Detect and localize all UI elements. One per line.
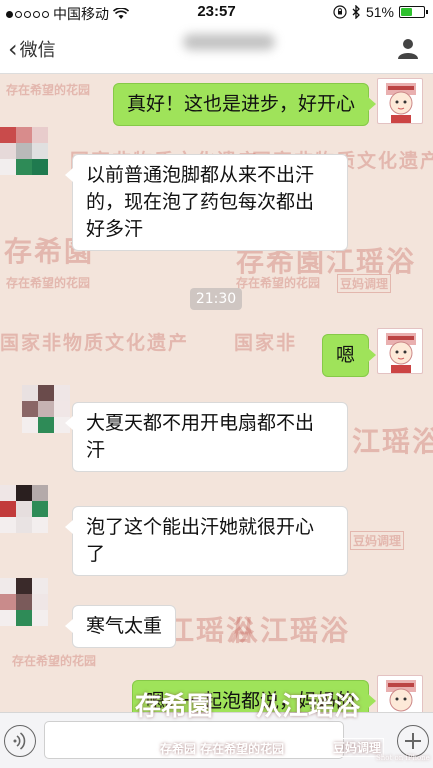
watermark-brand-box: 豆妈调理 xyxy=(337,274,392,293)
message-bubble-contact[interactable]: 寒气太重 xyxy=(64,605,177,648)
avatar-pixel xyxy=(0,610,16,626)
avatar-pixel xyxy=(22,401,38,417)
chat-title-redacted xyxy=(183,34,275,50)
watermark-slogan-4: 存在希望的花园 xyxy=(12,654,97,668)
avatar-pixel xyxy=(32,594,48,610)
avatar-pixel xyxy=(22,385,38,401)
chat-area[interactable]: 存在希望的花园 国家非物质文化遗产 国家非物质文化遗产 存希園 存希園 江瑶浴 … xyxy=(0,75,433,712)
contact-avatar[interactable] xyxy=(0,485,48,533)
cartoon-avatar-icon xyxy=(386,333,416,373)
message-bubble-contact[interactable]: 大夏天都不用开电扇都不出 汗 xyxy=(65,402,348,472)
chevron-left-icon: ‹ xyxy=(8,35,18,63)
avatar-pixel xyxy=(54,385,70,401)
watermark-heritage-4: 国家非 xyxy=(234,332,298,354)
avatar-pixel xyxy=(16,501,32,517)
cartoon-avatar-icon xyxy=(386,680,416,712)
back-button[interactable]: ‹ 微信 xyxy=(8,36,56,62)
person-icon[interactable] xyxy=(397,37,419,59)
avatar-pixel xyxy=(32,517,48,533)
contact-avatar[interactable] xyxy=(0,578,48,626)
status-right: 51% xyxy=(333,4,428,20)
cartoon-avatar-icon xyxy=(386,83,416,123)
avatar-pixel xyxy=(22,417,38,433)
avatar-pixel xyxy=(32,501,48,517)
avatar-pixel xyxy=(32,127,48,143)
watermark-brand-box-2: 豆妈调理 xyxy=(350,531,405,550)
avatar-pixel xyxy=(16,517,32,533)
avatar-pixel xyxy=(16,578,32,594)
contact-avatar[interactable] xyxy=(0,127,48,175)
battery-icon xyxy=(399,6,428,18)
message-line: 以前普通泡脚都从来不出汗 xyxy=(86,164,315,186)
message-line: 了 xyxy=(86,543,106,565)
message-line: 好多汗 xyxy=(86,218,144,240)
rotation-lock-icon xyxy=(333,5,347,19)
avatar-pixel xyxy=(0,594,16,610)
message-line: 汗 xyxy=(86,439,106,461)
avatar-pixel xyxy=(32,143,48,159)
avatar-pixel xyxy=(0,578,16,594)
message-line: 的，现在泡了药包每次都出 xyxy=(86,191,315,213)
watermark-yao-bath-3: 江瑶浴 xyxy=(166,614,257,647)
watermark-slogan-2: 存在希望的花园 xyxy=(6,276,91,290)
my-avatar[interactable] xyxy=(377,328,423,374)
avatar-pixel xyxy=(54,401,70,417)
my-avatar[interactable] xyxy=(377,78,423,124)
chat-nav-bar: ‹ 微信 xyxy=(0,24,433,74)
contact-avatar[interactable] xyxy=(22,385,70,433)
message-bubble-contact[interactable]: 泡了这个能出汗她就很开心 了 xyxy=(65,506,348,576)
time-divider: 21:30 xyxy=(190,288,242,310)
avatar-pixel xyxy=(32,159,48,175)
avatar-pixel xyxy=(32,610,48,626)
message-input[interactable] xyxy=(44,721,344,759)
bluetooth-icon xyxy=(352,5,360,19)
avatar-pixel xyxy=(38,385,54,401)
watermark-heritage-3: 国家非物质文化遗产 xyxy=(0,332,190,354)
status-bar: 中国移动 23:57 51% xyxy=(0,0,433,24)
watermark-yao-bath-4: 从江瑶浴 xyxy=(230,614,351,647)
back-label: 微信 xyxy=(19,40,56,61)
avatar-pixel xyxy=(0,143,16,159)
plus-icon[interactable] xyxy=(397,725,429,757)
message-bubble-mine[interactable]: 嗯。一起泡都说，妈妈的 xyxy=(131,680,377,712)
avatar-pixel xyxy=(16,610,32,626)
avatar-pixel xyxy=(38,401,54,417)
message-line: 大夏天都不用开电扇都不出 xyxy=(86,412,315,434)
avatar-pixel xyxy=(0,159,16,175)
avatar-pixel xyxy=(16,127,32,143)
input-bar xyxy=(0,712,433,768)
watermark-slogan-3: 存在希望的花园 xyxy=(236,276,321,290)
battery-percent: 51% xyxy=(365,4,394,20)
avatar-pixel xyxy=(38,417,54,433)
avatar-pixel xyxy=(0,127,16,143)
message-bubble-mine[interactable]: 真好！这也是进步，好开心 xyxy=(112,83,377,126)
my-avatar[interactable] xyxy=(377,675,423,712)
voice-button[interactable] xyxy=(4,725,36,757)
message-line: 泡了这个能出汗她就很开心 xyxy=(86,516,315,538)
avatar-pixel xyxy=(32,485,48,501)
voice-icon xyxy=(13,732,26,750)
avatar-pixel xyxy=(0,517,16,533)
message-bubble-mine[interactable]: 嗯 xyxy=(321,334,377,377)
avatar-pixel xyxy=(0,485,16,501)
message-bubble-contact[interactable]: 以前普通泡脚都从来不出汗 的，现在泡了药包每次都出 好多汗 xyxy=(65,154,348,251)
avatar-pixel xyxy=(16,594,32,610)
avatar-pixel xyxy=(32,578,48,594)
avatar-pixel xyxy=(16,143,32,159)
avatar-pixel xyxy=(16,159,32,175)
avatar-pixel xyxy=(16,485,32,501)
watermark-slogan: 存在希望的花园 xyxy=(6,83,91,97)
watermark-yao-bath-2: 江瑶浴 xyxy=(352,425,433,458)
avatar-pixel xyxy=(0,501,16,517)
